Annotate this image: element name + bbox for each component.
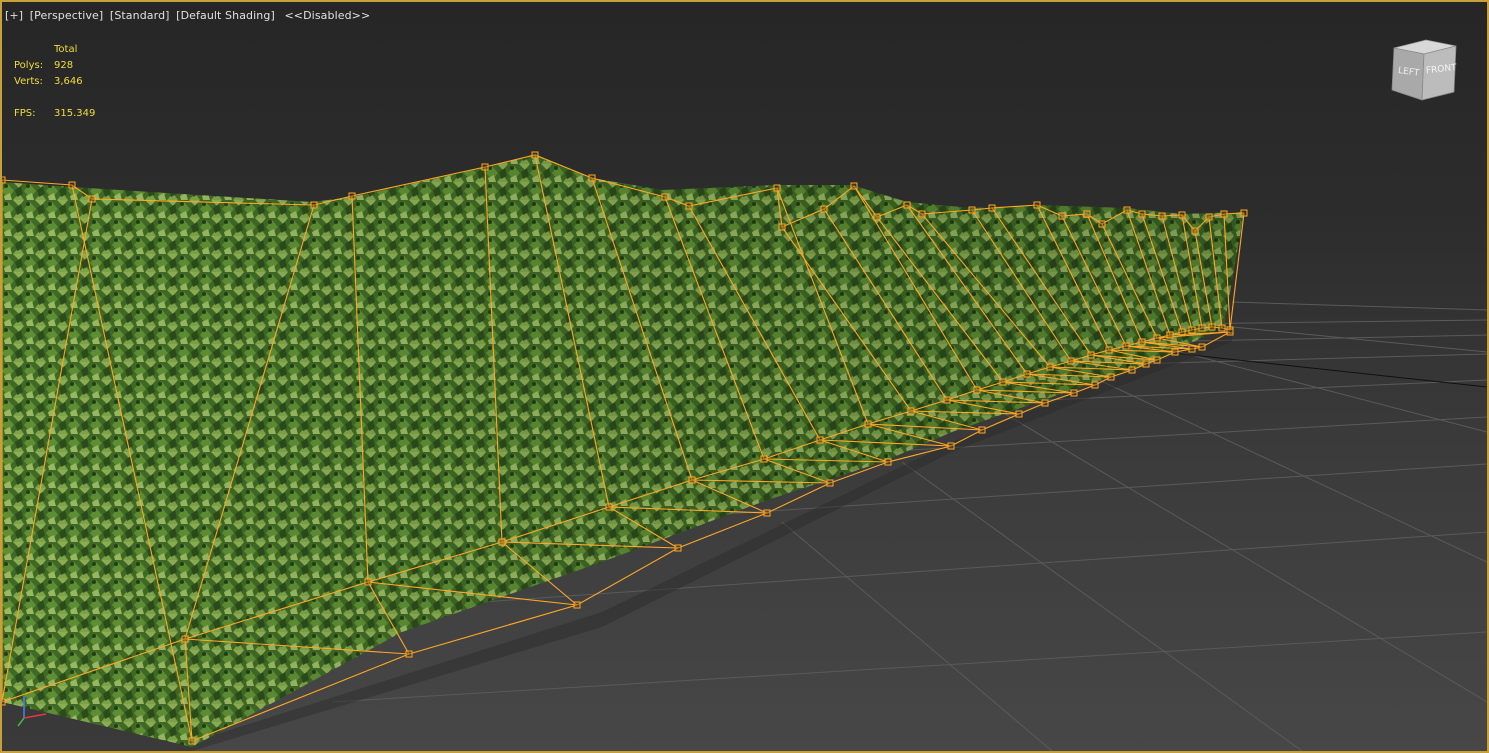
scene-canvas[interactable] [2, 2, 1487, 751]
viewport-view-menu[interactable]: [Perspective] [30, 9, 104, 22]
viewport-label-menu: [+] [Perspective] [Standard] [Default Sh… [5, 9, 373, 22]
fps-label: FPS: [14, 108, 36, 119]
statistics-overlay: Total Polys: 928 Verts: 3,646 FPS: 315.3… [14, 42, 95, 122]
verts-value: 3,646 [54, 76, 83, 87]
stats-verts-row: Verts: 3,646 [14, 74, 95, 90]
fps-value: 315.349 [54, 108, 96, 119]
axis-tripod-icon [17, 696, 47, 727]
viewport-style-menu[interactable]: [Standard] [110, 9, 170, 22]
verts-label: Verts: [14, 76, 43, 87]
polys-value: 928 [54, 60, 74, 71]
viewcube-icon[interactable]: LEFT FRONT [1386, 38, 1460, 104]
viewport-disabled-menu[interactable]: <<Disabled>> [284, 9, 370, 22]
stats-header: Total [54, 44, 78, 55]
viewport-plus-menu[interactable]: [+] [5, 9, 23, 22]
stats-polys-row: Polys: 928 [14, 58, 95, 74]
viewport-shading-menu[interactable]: [Default Shading] [176, 9, 275, 22]
stats-fps-row: FPS: 315.349 [14, 106, 95, 122]
perspective-viewport[interactable]: [+] [Perspective] [Standard] [Default Sh… [0, 0, 1489, 753]
polys-label: Polys: [14, 60, 44, 71]
